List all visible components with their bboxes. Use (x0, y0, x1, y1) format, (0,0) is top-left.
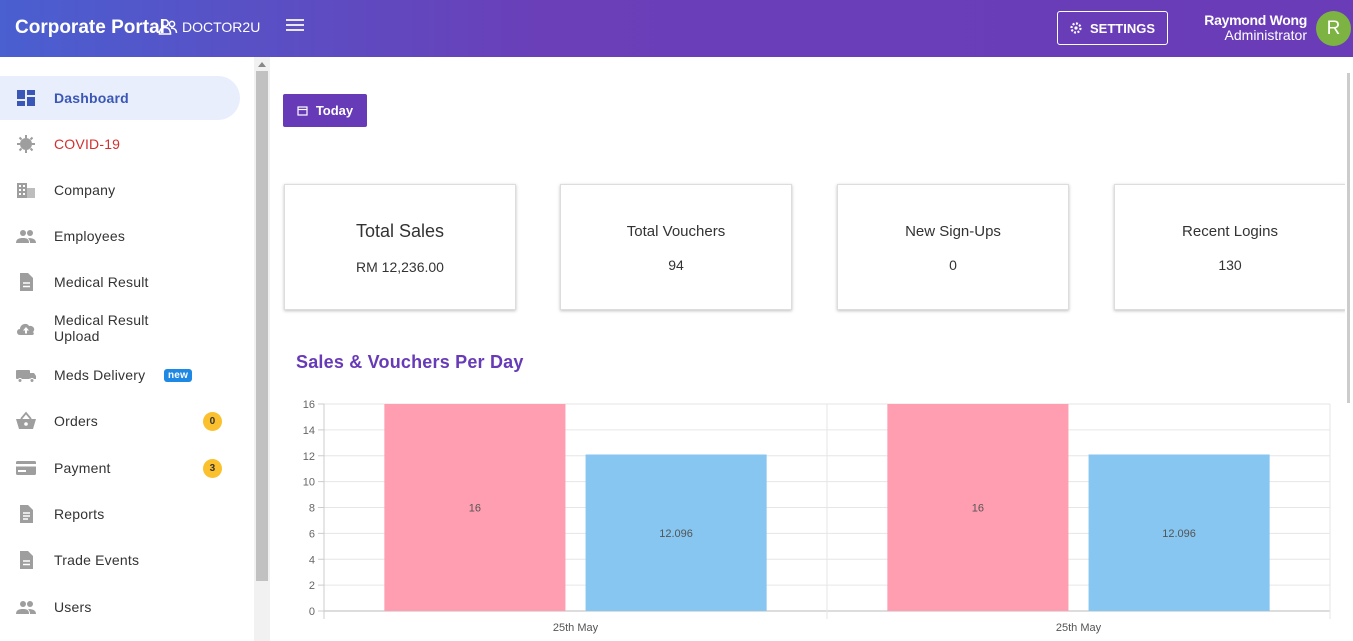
avatar[interactable]: R (1316, 11, 1351, 46)
sidebar-item-label: Users (54, 599, 92, 615)
sidebar-item-label: Orders (54, 413, 98, 429)
sidebar-item-label: Payment (54, 460, 111, 476)
document-icon (20, 273, 33, 291)
main-scroll-thumb[interactable] (1347, 73, 1350, 403)
basket-icon (16, 411, 36, 429)
menu-toggle-icon[interactable] (286, 19, 304, 33)
card-value: RM 12,236.00 (356, 259, 444, 275)
sidebar-item-users[interactable]: Users (0, 585, 240, 629)
cloud-upload-icon (17, 323, 35, 335)
sidebar-item-label: Trade Events (54, 552, 140, 568)
sidebar-item-company[interactable]: Company (0, 168, 240, 212)
settings-button[interactable]: SETTINGS (1057, 11, 1168, 45)
sidebar-item-employees[interactable]: Employees (0, 214, 240, 258)
gear-icon (1070, 22, 1082, 34)
dashboard-icon (17, 90, 35, 106)
sidebar-item-payment[interactable]: Payment 3 (0, 446, 240, 490)
calendar-icon (297, 106, 308, 116)
sidebar-item-reports[interactable]: Reports (0, 492, 240, 536)
x-tick-label: 25th May (1056, 622, 1102, 634)
bar-data-label: 16 (469, 503, 481, 515)
today-button[interactable]: Today (283, 94, 367, 127)
sidebar-item-label: Employees (54, 228, 126, 244)
y-tick-label: 6 (309, 528, 315, 540)
top-app-bar: Corporate Portal DOCTOR2U SETTINGS Raymo… (0, 0, 1353, 57)
payment-badge: 3 (203, 458, 222, 478)
org-name: DOCTOR2U (182, 19, 261, 35)
user-role: Administrator (1224, 27, 1307, 43)
y-tick-label: 8 (309, 503, 315, 515)
sidebar-item-medical-result[interactable]: Medical Result (0, 260, 240, 304)
new-tag: new (164, 368, 193, 382)
bar-data-label: 16 (972, 503, 984, 515)
document-icon (20, 551, 33, 569)
virus-icon (17, 135, 35, 153)
report-icon (20, 505, 33, 523)
sidebar: Dashboard COVID-19 Company Employees Med… (0, 57, 254, 641)
total-vouchers-card: Total Vouchers 94 (560, 184, 792, 310)
y-tick-label: 10 (303, 477, 315, 489)
sidebar-item-label: Medical Result Upload (54, 312, 149, 344)
app-title: Corporate Portal (15, 17, 165, 38)
y-tick-label: 2 (309, 580, 315, 592)
total-sales-card: Total Sales RM 12,236.00 (284, 184, 516, 310)
sales-vouchers-chart: 0 2 4 6 8 10 12 14 16 16 12.096 25th May 16 12.096 25t… (303, 399, 1331, 634)
y-tick-label: 12 (303, 451, 315, 463)
sidebar-item-label: Reports (54, 506, 105, 522)
bar-data-label: 12.096 (1162, 528, 1196, 540)
recent-logins-card: Recent Logins 130 (1114, 184, 1346, 310)
truck-icon (16, 370, 36, 383)
org-people-icon (158, 18, 178, 35)
sidebar-item-label: COVID-19 (54, 136, 121, 152)
building-icon (17, 183, 35, 198)
card-title: Total Vouchers (626, 223, 726, 240)
card-title: New Sign-Ups (905, 223, 1001, 240)
sidebar-item-label: Medical Result (54, 274, 149, 290)
x-tick-label: 25th May (553, 622, 599, 634)
people-icon (16, 230, 36, 243)
card-value: 0 (949, 257, 957, 273)
sidebar-item-label: Company (54, 182, 116, 198)
y-tick-label: 4 (309, 554, 315, 566)
sidebar-item-dashboard[interactable]: Dashboard (0, 76, 240, 120)
y-tick-label: 16 (303, 399, 315, 411)
main-scrollbar[interactable] (1345, 57, 1353, 641)
sidebar-scroll-thumb[interactable] (256, 71, 268, 581)
sidebar-item-medical-result-upload[interactable]: Medical Result Upload (0, 306, 240, 350)
scroll-up-arrow-icon[interactable] (258, 62, 266, 67)
card-title: Total Sales (355, 221, 445, 241)
sidebar-item-label: Meds Delivery (54, 367, 146, 383)
credit-card-icon (16, 461, 36, 475)
main-content: Today Total Sales RM 12,236.00 Total Vou… (270, 57, 1353, 641)
card-value: 94 (668, 257, 684, 273)
user-name: Raymond Wong (1204, 12, 1307, 28)
chart-title: Sales & Vouchers Per Day (296, 352, 524, 372)
sidebar-item-meds-delivery[interactable]: Meds Delivery new (0, 353, 240, 397)
y-tick-label: 14 (303, 425, 315, 437)
settings-label: SETTINGS (1089, 20, 1155, 36)
sidebar-item-label: Dashboard (54, 90, 129, 106)
today-label: Today (315, 103, 354, 118)
bar-data-label: 12.096 (659, 528, 693, 540)
sidebar-item-trade-events[interactable]: Trade Events (0, 538, 240, 582)
sidebar-item-covid[interactable]: COVID-19 (0, 122, 240, 166)
card-value: 130 (1218, 257, 1242, 273)
new-signups-card: New Sign-Ups 0 (837, 184, 1069, 310)
y-tick-label: 0 (309, 606, 315, 618)
people-icon (16, 601, 36, 614)
user-info: Raymond Wong Administrator (1204, 13, 1307, 43)
sidebar-item-orders[interactable]: Orders 0 (0, 399, 240, 443)
org-label: DOCTOR2U (158, 17, 260, 37)
orders-badge: 0 (203, 411, 222, 431)
card-title: Recent Logins (1182, 223, 1278, 240)
sidebar-scrollbar[interactable] (254, 57, 270, 641)
